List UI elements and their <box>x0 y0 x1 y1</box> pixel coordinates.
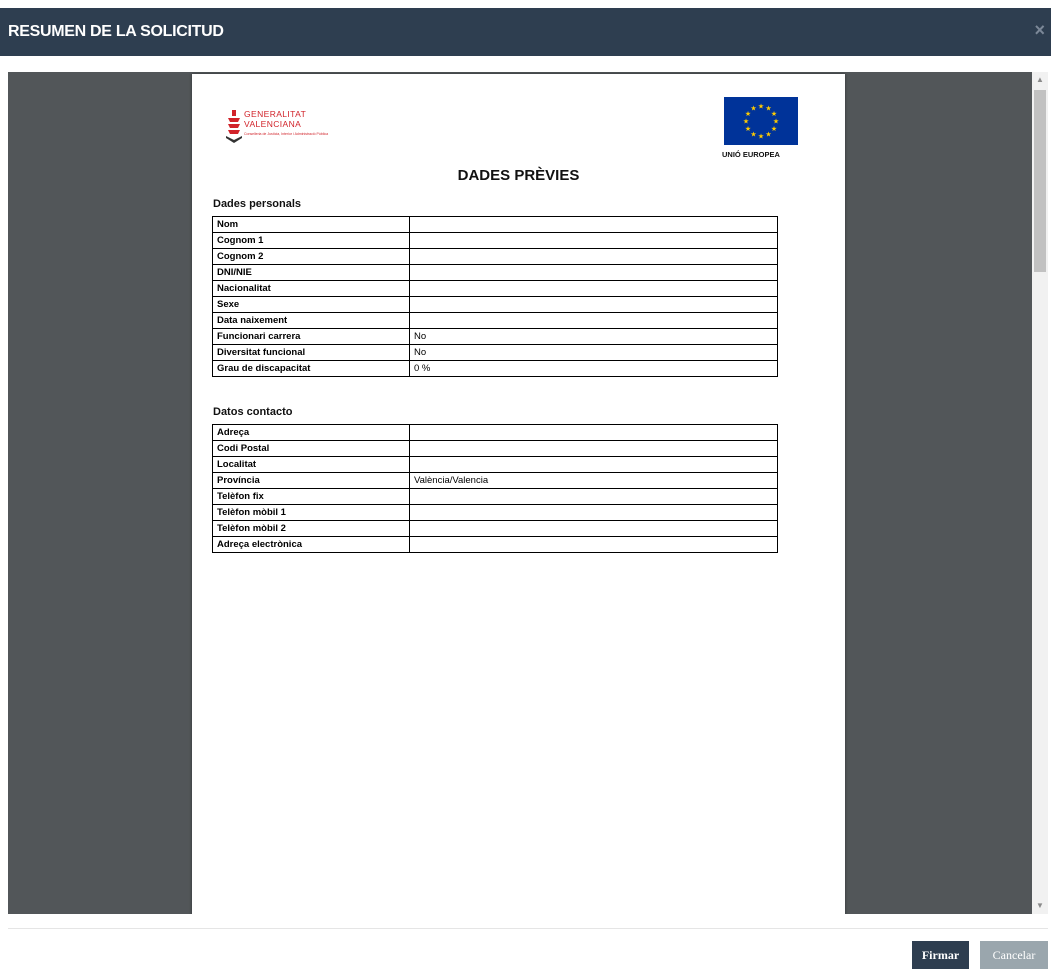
row-value: No <box>409 328 778 345</box>
table-row: Cognom 1 <box>212 232 778 249</box>
row-label: Funcionari carrera <box>212 328 410 345</box>
row-label: Sexe <box>212 296 410 313</box>
row-label: Localitat <box>212 456 410 473</box>
footer-divider <box>8 928 1048 929</box>
row-value <box>409 456 778 473</box>
eu-star-icon: ★ <box>758 103 764 111</box>
row-value <box>409 264 778 281</box>
row-value <box>409 312 778 329</box>
table-row: Província València/Valencia <box>212 472 778 489</box>
viewer-scrollbar[interactable]: ▲ ▼ <box>1032 72 1048 914</box>
row-value <box>409 536 778 553</box>
table-row: Nacionalitat <box>212 280 778 297</box>
eu-star-icon: ★ <box>758 133 764 141</box>
row-value <box>409 520 778 537</box>
row-label: Nacionalitat <box>212 280 410 297</box>
generalitat-logo-text: GENERALITAT VALENCIANA <box>244 109 306 129</box>
eu-star-icon: ★ <box>750 105 756 113</box>
row-label: Adreça electrònica <box>212 536 410 553</box>
row-label: Nom <box>212 216 410 233</box>
generalitat-valenciana-logo: GENERALITAT VALENCIANA Conselleria de Ju… <box>226 109 329 150</box>
row-value <box>409 440 778 457</box>
eu-label: UNIÓ EUROPEA <box>722 150 780 159</box>
table-row: Sexe <box>212 296 778 313</box>
row-label: Cognom 2 <box>212 248 410 265</box>
row-value <box>409 488 778 505</box>
table-row: Telèfon fix <box>212 488 778 505</box>
row-value <box>409 280 778 297</box>
row-label: Data naixement <box>212 312 410 329</box>
row-label: DNI/NIE <box>212 264 410 281</box>
row-label: Província <box>212 472 410 489</box>
personal-data-table: Nom Cognom 1 Cognom 2 DNI/NIE Nacionalitat Se… <box>212 216 778 377</box>
logo-line-2: VALENCIANA <box>244 118 302 129</box>
sign-button[interactable]: Firmar <box>912 941 969 969</box>
eu-star-icon: ★ <box>765 130 771 138</box>
section-title-contact: Datos contacto <box>213 406 293 418</box>
generalitat-emblem-icon <box>226 110 242 143</box>
pdf-page: GENERALITAT VALENCIANA Conselleria de Ju… <box>192 74 845 914</box>
scrollbar-thumb[interactable] <box>1034 90 1046 272</box>
row-label: Telèfon mòbil 1 <box>212 504 410 521</box>
table-row: Telèfon mòbil 1 <box>212 504 778 521</box>
row-value: No <box>409 344 778 361</box>
table-row: Telèfon mòbil 2 <box>212 520 778 537</box>
row-value: València/Valencia <box>409 472 778 489</box>
table-row: Nom <box>212 216 778 233</box>
logo-subline: Conselleria de Justícia, Interior i Admi… <box>244 132 329 136</box>
table-row: Codi Postal <box>212 440 778 457</box>
row-label: Codi Postal <box>212 440 410 457</box>
table-row: Adreça <box>212 424 778 441</box>
pdf-viewer[interactable]: GENERALITAT VALENCIANA Conselleria de Ju… <box>8 72 1048 914</box>
scroll-down-icon[interactable]: ▼ <box>1032 898 1048 914</box>
table-row: Adreça electrònica <box>212 536 778 553</box>
eu-star-icon: ★ <box>773 118 779 126</box>
eu-star-icon: ★ <box>771 110 777 118</box>
row-value <box>409 248 778 265</box>
table-row: Cognom 2 <box>212 248 778 265</box>
table-row: Diversitat funcional No <box>212 344 778 361</box>
section-title-personal: Dades personals <box>213 198 302 210</box>
row-value <box>409 296 778 313</box>
row-value: 0 % <box>409 360 778 377</box>
table-row: Funcionari carrera No <box>212 328 778 345</box>
row-value <box>409 232 778 249</box>
eu-star-icon: ★ <box>771 125 777 133</box>
eu-flag-icon: ★ ★ ★ ★ ★ ★ ★ ★ ★ ★ ★ ★ <box>724 97 798 145</box>
row-label: Telèfon fix <box>212 488 410 505</box>
eu-star-icon: ★ <box>750 130 756 138</box>
row-label: Diversitat funcional <box>212 344 410 361</box>
row-label: Grau de discapacitat <box>212 360 410 377</box>
row-label: Telèfon mòbil 2 <box>212 520 410 537</box>
table-row: Data naixement <box>212 312 778 329</box>
row-value <box>409 504 778 521</box>
document-title: DADES PRÈVIES <box>457 167 580 184</box>
row-label: Adreça <box>212 424 410 441</box>
row-label: Cognom 1 <box>212 232 410 249</box>
contact-data-table: Adreça Codi Postal Localitat Província Valèn… <box>212 424 778 553</box>
modal-header: RESUMEN DE LA SOLICITUD × <box>0 8 1051 56</box>
table-row: DNI/NIE <box>212 264 778 281</box>
table-row: Localitat <box>212 456 778 473</box>
eu-star-icon: ★ <box>743 118 749 126</box>
row-value <box>409 216 778 233</box>
cancel-button[interactable]: Cancelar <box>980 941 1048 969</box>
eu-star-icon: ★ <box>745 125 751 133</box>
table-row: Grau de discapacitat 0 % <box>212 360 778 377</box>
scroll-up-icon[interactable]: ▲ <box>1032 72 1048 88</box>
modal-title: RESUMEN DE LA SOLICITUD <box>8 23 224 40</box>
close-icon[interactable]: × <box>1034 21 1045 39</box>
row-value <box>409 424 778 441</box>
